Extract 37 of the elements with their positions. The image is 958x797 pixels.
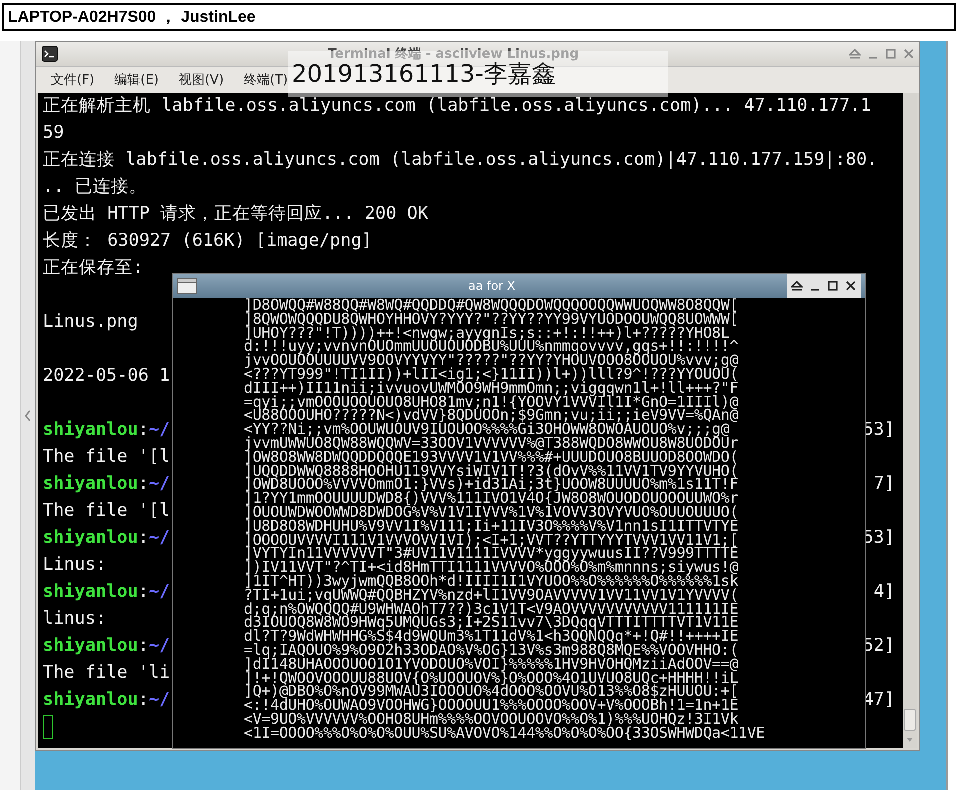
shell-prompt: shiyanlou:~/ (43, 419, 170, 442)
ascii-art: ]D8OWQQ#W88QQ#W8WQ#QQDDQ#QW8WQQQDOWQQQOOQQWWUOQWW8O8QQW[ ]8QWOWQQQDU8QWHOYHHOVY?YYY?"??YY??YY99VYUODOOUWQQ8UOWWW[ ]UHOY???"!T))))++!<nwgw;ayygnIs;s::+!:!!++)l+?????YHO8L d:!!!uyy;vvnvnOUOmmUUOUOUODBU%UUU%nmmqovvvv,gqs+!!:!!!!^ jvvOOUOOUUUUVV9OOVYYVYY"?????"??YY?YHOUVOOO8OOUOU%vvv;g@ <???YT999"!TI1II))+lII<ig1;<}11II))l+))lll?9^!???YYOUOU( dIII++)II11nii;ivvuovUWMOO9WH9mmOmn;;vigqqwn1l+!ll+++?"F =qyi;;vmOOOUOOUOUO8UHO81mv;n1!{YOOVY1VVVIl1I*GnO=1IIIl)@ <U88OOOUHO?????N<)vdVV}8QDUOOn;$9Gmn;vu;ii;;ieV9VV=%QAn@ <YY??Ni;;vm%OOUWUOUV9IUOUOO%%%%Gi3OHOWW8OWOAUOUO%v;;;g@ jvvmUWWUO8QW88WQQWV=33OOV1VVVVVV%@T388WQDO8WWOU8W8UODOUr ]OW8O8WW8DWQQDDQQQE193VVVV1V1VV%%%#+UUUDOUO8BUUOD8OOWDO( ]UQQDDWWQ8888HOOHU119VVYsiWIV1T!?3(dOvV%%11VV1TV9YYVUHO( ]OWD8UOOO%VVVVOmmO1:}VVs)+id31Ai;3t}UOOW8UUUUO%m%1s11T!F ]1?YY1mmOOUUUUDWD8{)VVV%111IVO1V4O{JW8O8WOUODOUOOOUUWO%r ]OUOUWDWOOWWD8DWDOG%V%V1V1IVVV%1V%1VOVV3OVYVUO%OUUOUUUO( ]U8D8O8WDHUHU%V9VV1I%V111;Ii+11IV3O%%%%V%V1nn1sI1ITTVTYE ]OOOOUVVVVI111V1VVVOVV1VI);<I+1;VVT??YTTYYYTVVV1VV11V1;[ ]VYTYIn11VVVVVVT"3#UV11V1111IVVVV*yggyywuusII??V999TTTTE ])IV11VVT"?^TI+<id8HmTTI1111VVVVO%OOO%O%m%mnnns;siywus!@ ]1IT^HT))3wyjwmQQB8OOh*d!IIII1I1VYUOO%%O%%%%%%O%%%%%%1sk ?TI+1ui;vqUWWQ#QQBHZYV%nzd+lI1VV9OAVVVVV1VV11VV1V1YVVVV( d;q;n%OWQQQQ#U9WHWAOhT7??)3c1V1T<V9AOVVVVVVVVVVV111111IE d3IOUOQ8W8WO9HWq5UMQUGs3;I+2S11vv7\3DQqqVTTTITTTTVT1V11E dl?T?9WdWHWHHG%S$4d9WQUm3%1T11dV%1<h3QQNQQq*+!Q#!!++++IE =lq;IAQOUO%9%O9O2h33ODAO%V%OG}13V%s3m988Q8MQE%%VOOVHHO:( ]dI148UHAOOOUOO1O1YVODOUO%VOI}%%%%%1HV9HVOHQMziiAdOOV==@ ]!+!QWOOVOOOUU88UOV{O%UOOUOV%}O%OOO%4O1UVUO8UQc+HHHH!!iL ]Q+)@DBO%O%nOV99MWAU3IOOOUO%4dOOO%OOVU%O13%%O8$zHUUOU:+[ <:!4dUHO%OUWAO9VOOHWG}OOOOUU1%%%OOOO%OOV+V%OOOBh!1=1n+1E <V=9UO%VVVVVV%OOHO8UHm%%%%OOVOOUOOVO%%O%1)%%%UOHQz!3I1Vk <1I=OOOO%%%O%O%O%OUU%SU%AVOVO%144%%O%O%O%OO{33OSWHWDQa<11VE (244, 299, 766, 740)
terminal-line: The file '[l (43, 500, 170, 523)
window-title: Terminal 终端 - asciiview Linus.png (326, 46, 580, 62)
shell-prompt: shiyanlou:~/ (43, 527, 170, 550)
shell-prompt: shiyanlou:~/ (43, 581, 170, 604)
menu-item[interactable]: 编辑(E) (114, 71, 159, 89)
scroll-thumb[interactable] (904, 709, 916, 731)
terminal-line: 7] (874, 473, 896, 496)
maximize-icon[interactable] (827, 280, 839, 292)
terminal-line: 已发出 HTTP 请求，正在等待回应... 200 OK (43, 203, 428, 226)
terminal-line: The file '[l (43, 446, 170, 469)
terminal-app-icon (42, 46, 58, 62)
terminal-line: The file 'li (43, 662, 170, 685)
shell-prompt: shiyanlou:~/ (43, 473, 170, 496)
menu-item[interactable]: 视图(V) (178, 71, 224, 89)
text-cursor (43, 715, 53, 739)
terminal-line: Linus.png (43, 311, 138, 334)
shell-prompt: shiyanlou:~/ (43, 635, 170, 658)
terminal-line: 2022-05-06 1 (43, 365, 170, 388)
window-title: aa for X (467, 279, 517, 293)
terminal-line: .. 已连接。 (43, 176, 147, 199)
close-icon[interactable] (845, 280, 857, 292)
window-title: LAPTOP-A02H7S00 ， JustinLee (2, 3, 956, 31)
terminal-line: 正在解析主机 labfile.oss.aliyuncs.com (labfile.oss.aliyuncs.com)... 47.110.177.1 (43, 95, 872, 118)
terminal-line: 正在连接 labfile.oss.aliyuncs.com (labfile.oss.aliyuncs.com)|47.110.177.159|:80. (43, 149, 878, 172)
shell-prompt: shiyanlou:~/ (43, 689, 170, 712)
menu-item[interactable]: 终端(T) (244, 71, 288, 89)
window-icon (177, 278, 197, 294)
terminal-line: 正在保存至: (43, 257, 144, 280)
menu-item[interactable]: 文件(F) (51, 71, 95, 89)
terminal-line: 4] (874, 581, 896, 604)
eject-icon[interactable] (791, 280, 803, 292)
terminal-line: 长度： 630927 (616K) [image/png] (43, 230, 372, 253)
terminal-line: linus: (43, 608, 107, 631)
terminal-line: 59 (43, 122, 64, 145)
terminal-line: Linus: (43, 554, 107, 577)
